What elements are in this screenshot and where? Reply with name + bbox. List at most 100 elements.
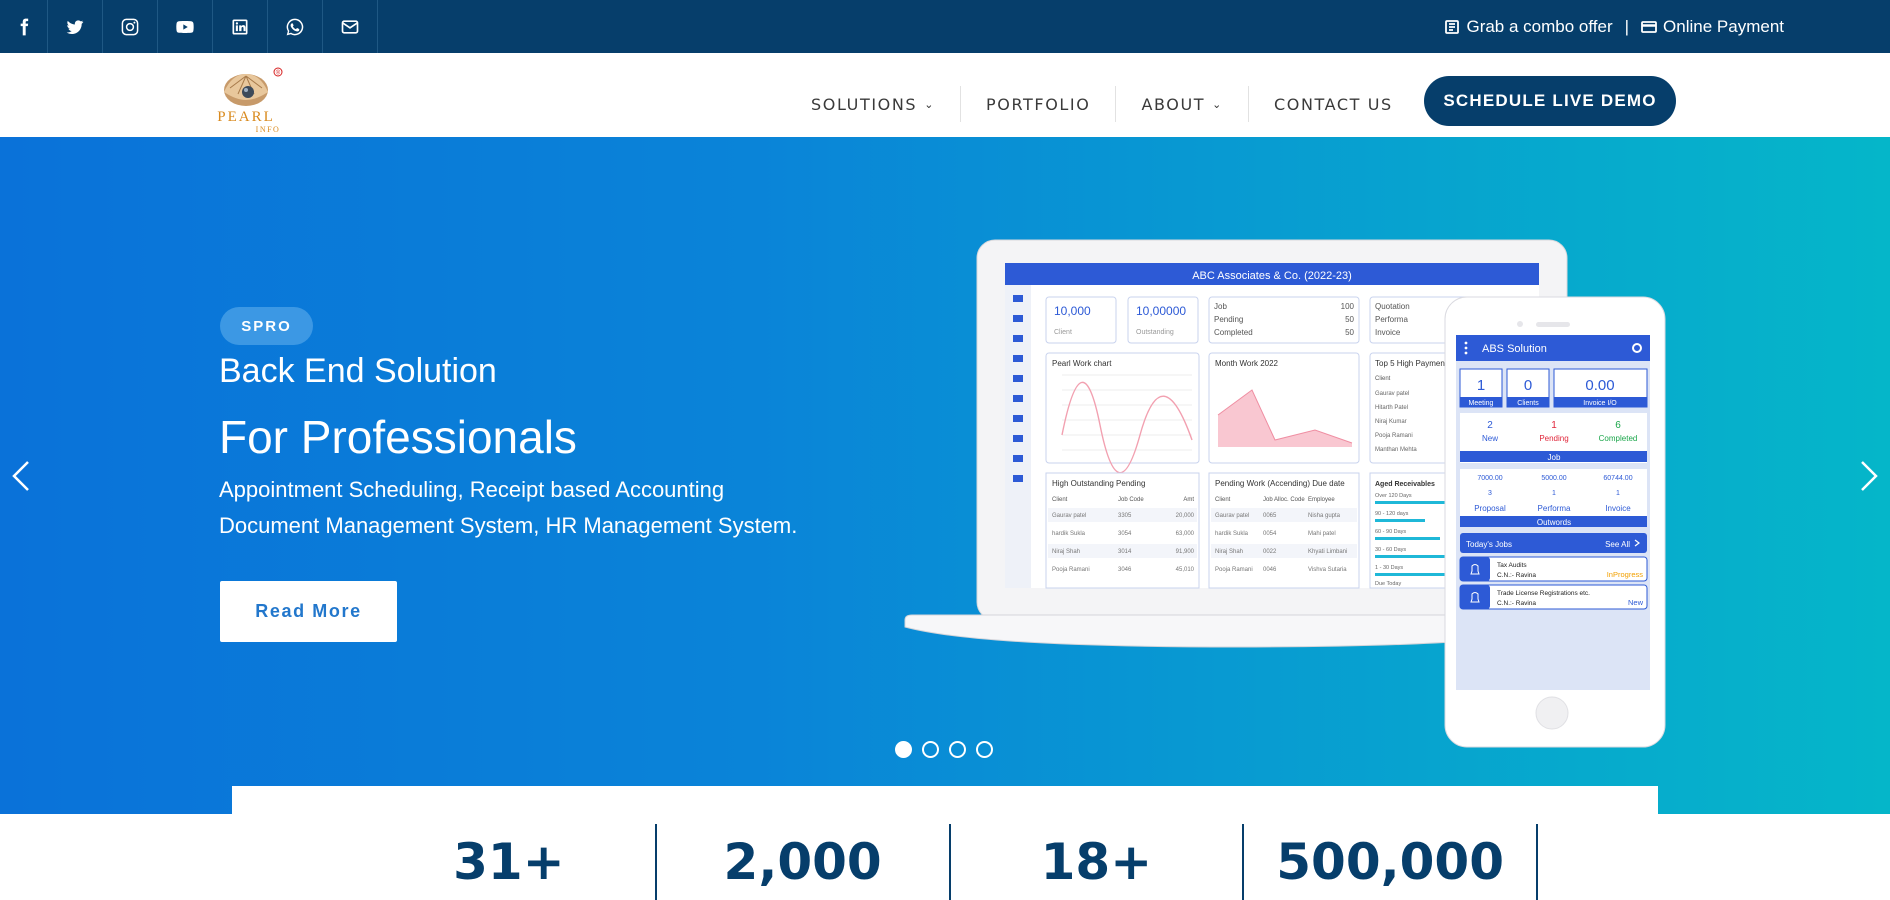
- svg-text:Due Today: Due Today: [1375, 581, 1401, 587]
- stats-row: 31+ 2,000 18+ 500,000: [363, 824, 1538, 900]
- svg-text:1 - 30 Days: 1 - 30 Days: [1375, 565, 1403, 571]
- svg-text:6: 6: [1615, 420, 1621, 431]
- combo-offer-link[interactable]: Grab a combo offer: [1444, 16, 1613, 37]
- svg-text:1: 1: [1552, 490, 1556, 497]
- site-logo[interactable]: ® PEARL INFO: [210, 66, 290, 136]
- svg-text:Job: Job: [1548, 453, 1561, 462]
- svg-text:3305: 3305: [1118, 513, 1132, 519]
- svg-text:1: 1: [1477, 377, 1485, 394]
- svg-text:Client: Client: [1215, 497, 1231, 503]
- svg-text:Job: Job: [1214, 302, 1227, 311]
- credit-card-icon: [1641, 20, 1657, 33]
- slide-dot-1[interactable]: [895, 741, 912, 758]
- svg-text:50: 50: [1345, 315, 1354, 324]
- twitter-link[interactable]: [48, 0, 103, 53]
- mail-link[interactable]: [323, 0, 378, 53]
- svg-text:PEARL: PEARL: [217, 109, 275, 125]
- online-payment-link[interactable]: Online Payment: [1641, 17, 1784, 37]
- svg-text:Employee: Employee: [1308, 497, 1335, 503]
- svg-text:Outstanding: Outstanding: [1136, 329, 1174, 336]
- svg-text:New: New: [1482, 434, 1498, 443]
- svg-text:3054: 3054: [1118, 531, 1132, 537]
- slider-dots: [895, 741, 993, 758]
- svg-text:INFO: INFO: [256, 125, 281, 134]
- stat-value: 18+: [951, 824, 1245, 900]
- svg-text:Outwords: Outwords: [1537, 518, 1571, 527]
- svg-text:50: 50: [1345, 328, 1354, 337]
- prev-slide-button[interactable]: [6, 456, 36, 496]
- svg-text:See All: See All: [1605, 540, 1630, 549]
- chevron-down-icon: ⌄: [924, 97, 936, 111]
- next-slide-button[interactable]: [1854, 456, 1884, 496]
- svg-text:Manthan Mehta: Manthan Mehta: [1375, 447, 1417, 453]
- svg-text:45,010: 45,010: [1176, 567, 1195, 573]
- whatsapp-icon: [286, 18, 304, 35]
- stat-value: 2,000: [657, 824, 951, 900]
- schedule-demo-button[interactable]: SCHEDULE LIVE DEMO: [1424, 76, 1676, 126]
- svg-text:Meeting: Meeting: [1469, 400, 1494, 407]
- whatsapp-link[interactable]: [268, 0, 323, 53]
- svg-text:Mahi patel: Mahi patel: [1308, 531, 1336, 537]
- svg-text:Client: Client: [1375, 376, 1391, 382]
- svg-text:Today's Jobs: Today's Jobs: [1466, 540, 1512, 549]
- svg-text:Trade License Registrations et: Trade License Registrations etc.: [1497, 590, 1590, 597]
- hero-badge: SPRO: [220, 307, 313, 345]
- read-more-button[interactable]: Read More: [220, 581, 397, 642]
- svg-text:Pooja Ramani: Pooja Ramani: [1215, 567, 1253, 573]
- svg-text:2: 2: [1487, 420, 1493, 431]
- svg-text:Over 120 Days: Over 120 Days: [1375, 493, 1412, 499]
- nav-about[interactable]: ABOUT ⌄: [1116, 86, 1249, 122]
- svg-text:Job Alloc. Code: Job Alloc. Code: [1263, 497, 1305, 503]
- mail-icon: [341, 19, 359, 34]
- youtube-icon: [176, 20, 194, 33]
- facebook-icon: [20, 18, 28, 35]
- svg-text:®: ®: [276, 70, 281, 77]
- svg-text:Invoice: Invoice: [1375, 328, 1401, 337]
- svg-text:C.N.:- Ravina: C.N.:- Ravina: [1497, 572, 1536, 579]
- svg-text:3014: 3014: [1118, 549, 1132, 555]
- slide-dot-4[interactable]: [976, 741, 993, 758]
- hero-title: Back End Solution: [219, 352, 497, 390]
- svg-text:Client: Client: [1052, 497, 1068, 503]
- svg-text:20,000: 20,000: [1176, 513, 1195, 519]
- instagram-link[interactable]: [103, 0, 158, 53]
- nav-portfolio[interactable]: PORTFOLIO: [961, 86, 1117, 122]
- facebook-link[interactable]: [0, 0, 48, 53]
- svg-text:Niraj Shah: Niraj Shah: [1215, 549, 1243, 555]
- svg-text:Quotation: Quotation: [1375, 302, 1410, 311]
- svg-text:Month Work 2022: Month Work 2022: [1215, 359, 1279, 368]
- svg-text:ABS Solution: ABS Solution: [1482, 343, 1547, 355]
- svg-text:0022: 0022: [1263, 549, 1277, 555]
- nav-contact-us[interactable]: CONTACT US: [1249, 86, 1418, 122]
- svg-text:1: 1: [1551, 420, 1557, 431]
- receipt-icon: [1445, 19, 1460, 34]
- svg-text:hardik Sukla: hardik Sukla: [1215, 531, 1249, 537]
- svg-text:90 - 120 days: 90 - 120 days: [1375, 511, 1409, 517]
- combo-offer-label: Grab a combo offer: [1466, 16, 1613, 36]
- svg-text:Pooja Ramani: Pooja Ramani: [1375, 433, 1413, 439]
- svg-text:Aged Receivables: Aged Receivables: [1375, 481, 1435, 488]
- svg-text:10,00000: 10,00000: [1136, 304, 1186, 318]
- svg-text:Invoice: Invoice: [1605, 504, 1631, 513]
- linkedin-link[interactable]: [213, 0, 268, 53]
- hero-description: Appointment Scheduling, Receipt based Ac…: [219, 477, 798, 538]
- nav-solutions[interactable]: SOLUTIONS ⌄: [786, 86, 962, 122]
- chevron-right-icon: [1861, 461, 1878, 491]
- svg-text:100: 100: [1341, 302, 1355, 311]
- slide-dot-2[interactable]: [922, 741, 939, 758]
- online-payment-label: Online Payment: [1663, 16, 1784, 36]
- youtube-link[interactable]: [158, 0, 213, 53]
- svg-text:0: 0: [1524, 377, 1532, 394]
- linkedin-icon: [232, 19, 248, 34]
- svg-text:60 - 90 Days: 60 - 90 Days: [1375, 529, 1406, 535]
- hero-subtitle: For Professionals: [219, 411, 577, 463]
- svg-text:7000.00: 7000.00: [1477, 475, 1502, 482]
- svg-text:0054: 0054: [1263, 531, 1277, 537]
- svg-text:Top 5 High Payment: Top 5 High Payment: [1375, 359, 1448, 368]
- svg-text:Job Code: Job Code: [1118, 497, 1144, 503]
- slide-dot-3[interactable]: [949, 741, 966, 758]
- svg-text:New: New: [1628, 598, 1644, 607]
- svg-text:Completed: Completed: [1599, 434, 1638, 443]
- instagram-icon: [121, 18, 139, 35]
- svg-text:Vishva Sutaria: Vishva Sutaria: [1308, 567, 1347, 573]
